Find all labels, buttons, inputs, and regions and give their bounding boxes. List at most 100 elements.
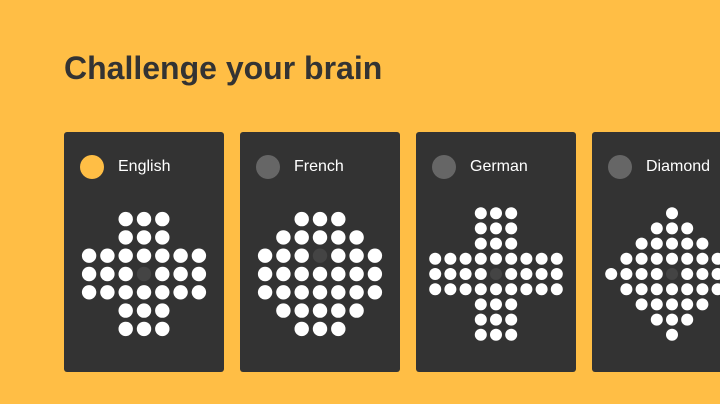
peg [276,230,291,245]
peg [650,237,663,250]
peg [666,313,678,326]
peg [490,237,502,250]
peg [118,230,133,245]
peg [118,266,133,282]
peg [118,248,133,263]
peg [429,283,442,296]
peg [696,237,709,250]
peg [155,248,170,263]
peg [505,328,518,341]
peg [620,283,633,296]
radio-german[interactable] [432,155,456,179]
peg [444,283,457,296]
peg [490,252,502,265]
german-board-icon [429,207,563,341]
peg [349,230,364,245]
peg [331,211,346,227]
peg [100,285,115,300]
empty-hole [136,266,152,282]
peg [155,285,170,300]
peg [81,248,97,263]
peg [635,252,648,265]
peg [520,252,533,265]
peg [505,268,518,280]
peg [349,266,364,282]
radio-diamond[interactable] [608,155,632,179]
peg [505,222,518,235]
board-card-german[interactable]: German [416,132,576,372]
peg [620,268,633,280]
peg [490,207,502,220]
empty-hole [312,248,328,263]
board-card-french[interactable]: French [240,132,400,372]
peg [155,211,170,227]
page-title: Challenge your brain [64,50,383,86]
peg [681,222,694,235]
board-card-diamond[interactable]: Diamond [592,132,720,372]
peg [136,321,152,337]
peg [635,283,648,296]
peg [550,268,563,280]
peg [696,298,709,311]
peg [331,248,346,263]
peg [490,222,502,235]
peg [666,298,678,311]
peg [666,207,678,220]
peg [294,285,309,300]
peg [666,237,678,250]
peg [136,285,152,300]
peg [331,321,346,337]
peg [505,298,518,311]
peg [490,283,502,296]
radio-english[interactable] [80,155,104,179]
peg [711,252,720,265]
peg [276,248,291,263]
peg [136,248,152,263]
peg [474,237,487,250]
peg [696,268,709,280]
board-selector: English French German Diamond [64,132,720,372]
peg [155,266,170,282]
peg [505,252,518,265]
peg [474,328,487,341]
english-board-icon [81,211,207,337]
board-card-english[interactable]: English [64,132,224,372]
peg [331,303,346,318]
peg [505,207,518,220]
peg [444,252,457,265]
peg [474,252,487,265]
peg [474,268,487,280]
peg [257,266,273,282]
board-label-english: English [118,158,171,175]
peg [444,268,457,280]
peg [191,285,207,300]
peg [312,285,328,300]
peg [118,211,133,227]
peg [666,328,678,341]
peg [294,230,309,245]
peg [294,211,309,227]
peg [331,266,346,282]
peg [535,268,548,280]
peg [367,266,383,282]
peg [100,248,115,263]
peg [331,230,346,245]
peg [136,303,152,318]
peg [331,285,346,300]
peg [294,248,309,263]
peg [349,285,364,300]
peg [459,283,472,296]
peg [294,266,309,282]
radio-french[interactable] [256,155,280,179]
peg [312,266,328,282]
peg [635,298,648,311]
peg [535,252,548,265]
peg [696,283,709,296]
peg [136,230,152,245]
peg [681,313,694,326]
peg [367,248,383,263]
peg [605,268,618,280]
peg [650,313,663,326]
peg [550,283,563,296]
peg [474,207,487,220]
